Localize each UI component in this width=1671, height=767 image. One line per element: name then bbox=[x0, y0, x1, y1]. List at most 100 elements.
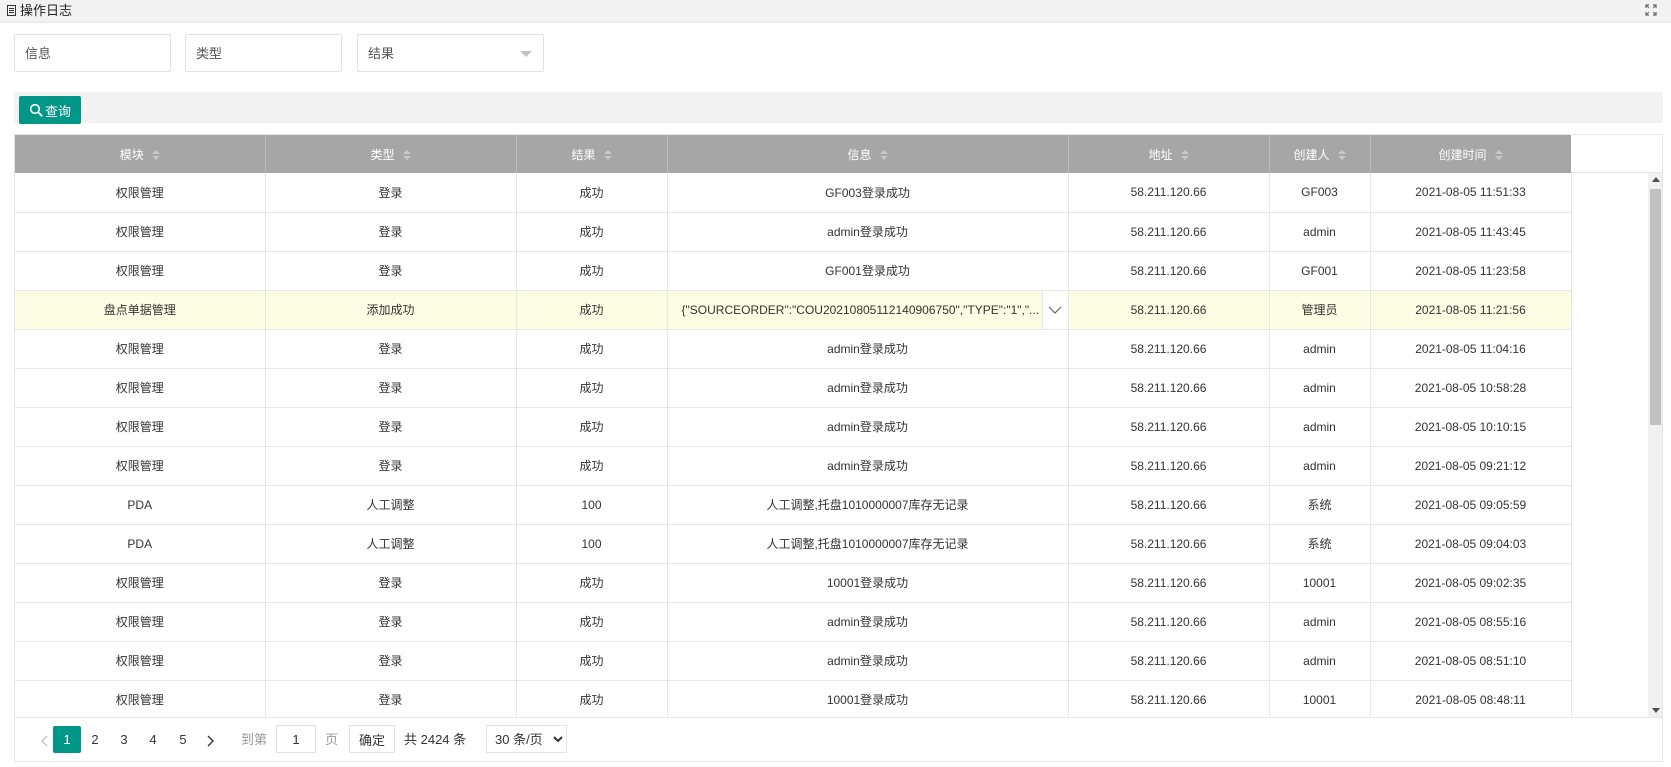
cell-result: 成功 bbox=[516, 407, 668, 447]
table-row[interactable]: 权限管理 登录 成功 admin登录成功 58.211.120.66 admin 2021-… bbox=[15, 602, 1572, 642]
cell-created-time: 2021-08-05 11:04:16 bbox=[1370, 329, 1572, 369]
cell-created-time: 2021-08-05 09:05:59 bbox=[1370, 485, 1572, 525]
sort-icon[interactable] bbox=[402, 150, 411, 161]
cell-created-time: 2021-08-05 08:51:10 bbox=[1370, 641, 1572, 681]
column-header-type[interactable]: 类型 bbox=[265, 135, 517, 173]
cell-module: 权限管理 bbox=[15, 602, 266, 642]
cell-type: 登录 bbox=[265, 173, 517, 213]
cell-creator: admin bbox=[1269, 641, 1371, 681]
cell-created-time: 2021-08-05 08:48:11 bbox=[1370, 680, 1572, 717]
cell-address: 58.211.120.66 bbox=[1068, 407, 1270, 447]
result-filter-select[interactable] bbox=[358, 35, 543, 71]
scroll-down-icon[interactable] bbox=[1652, 708, 1660, 713]
next-page-icon[interactable] bbox=[200, 726, 220, 753]
cell-creator: admin bbox=[1269, 407, 1371, 447]
goto-suffix: 页 bbox=[325, 732, 339, 747]
cell-created-time: 2021-08-05 11:43:45 bbox=[1370, 212, 1572, 252]
toolbar bbox=[14, 92, 1663, 123]
cell-result: 成功 bbox=[516, 641, 668, 681]
cell-creator: 系统 bbox=[1269, 524, 1371, 564]
page-1[interactable]: 1 bbox=[53, 726, 81, 753]
page-3[interactable]: 3 bbox=[110, 726, 138, 753]
cell-address: 58.211.120.66 bbox=[1068, 212, 1270, 252]
query-button[interactable]: 查询 bbox=[19, 96, 81, 124]
column-header-created-time[interactable]: 创建时间 bbox=[1370, 135, 1572, 173]
table-row[interactable]: 盘点单据管理 添加成功 成功 {"SOURCEORDER":"COU202108051… bbox=[15, 290, 1572, 330]
page-2[interactable]: 2 bbox=[81, 726, 109, 753]
table-row[interactable]: 权限管理 登录 成功 admin登录成功 58.211.120.66 admin 2021-… bbox=[15, 641, 1572, 681]
cell-module: 权限管理 bbox=[15, 329, 266, 369]
table-row[interactable]: 权限管理 登录 成功 10001登录成功 58.211.120.66 10001 2021-… bbox=[15, 563, 1572, 603]
table-row[interactable]: 权限管理 登录 成功 admin登录成功 58.211.120.66 admin 2021-… bbox=[15, 212, 1572, 252]
scroll-up-icon[interactable] bbox=[1652, 177, 1660, 182]
column-header-result[interactable]: 结果 bbox=[516, 135, 668, 173]
cell-address: 58.211.120.66 bbox=[1068, 524, 1270, 564]
sort-icon[interactable] bbox=[151, 150, 160, 161]
cell-creator: GF001 bbox=[1269, 251, 1371, 291]
cell-creator: admin bbox=[1269, 446, 1371, 486]
cell-address: 58.211.120.66 bbox=[1068, 641, 1270, 681]
sort-icon[interactable] bbox=[1337, 150, 1346, 161]
fullscreen-icon[interactable] bbox=[1645, 4, 1657, 16]
sort-icon[interactable] bbox=[879, 150, 888, 161]
table-row[interactable]: 权限管理 登录 成功 GF001登录成功 58.211.120.66 GF001 2021-… bbox=[15, 251, 1572, 291]
cell-result: 成功 bbox=[516, 212, 668, 252]
table-row[interactable]: 权限管理 登录 成功 admin登录成功 58.211.120.66 admin 2021-… bbox=[15, 446, 1572, 486]
cell-info: admin登录成功 bbox=[667, 602, 1069, 642]
column-header-creator[interactable]: 创建人 bbox=[1269, 135, 1371, 173]
cell-info: admin登录成功 bbox=[667, 446, 1069, 486]
sort-icon[interactable] bbox=[1180, 150, 1189, 161]
page-size-select[interactable]: 10 条/页20 条/页30 条/页40 条/页50 条/页 bbox=[486, 725, 567, 753]
table-row[interactable]: 权限管理 登录 成功 GF003登录成功 58.211.120.66 GF003 2021-… bbox=[15, 173, 1572, 213]
cell-module: 权限管理 bbox=[15, 212, 266, 252]
scrollbar-thumb[interactable] bbox=[1650, 189, 1661, 425]
goto-confirm-button[interactable]: 确定 bbox=[349, 725, 395, 753]
cell-result: 100 bbox=[516, 524, 668, 564]
column-header-address[interactable]: 地址 bbox=[1068, 135, 1270, 173]
sort-icon[interactable] bbox=[1494, 150, 1503, 161]
cell-result: 成功 bbox=[516, 173, 668, 213]
table-row[interactable]: 权限管理 登录 成功 admin登录成功 58.211.120.66 admin 2021-… bbox=[15, 329, 1572, 369]
cell-info: admin登录成功 bbox=[667, 641, 1069, 681]
column-header-module[interactable]: 模块 bbox=[15, 135, 266, 173]
cell-info: {"SOURCEORDER":"COU20210805112140906750"… bbox=[667, 290, 1069, 330]
sort-icon[interactable] bbox=[603, 150, 612, 161]
cell-created-time: 2021-08-05 09:02:35 bbox=[1370, 563, 1572, 603]
type-filter-input[interactable] bbox=[186, 35, 341, 71]
table-row[interactable]: 权限管理 登录 成功 10001登录成功 58.211.120.66 10001 2021-… bbox=[15, 680, 1572, 717]
cell-info: GF003登录成功 bbox=[667, 173, 1069, 213]
cell-info: admin登录成功 bbox=[667, 368, 1069, 408]
cell-creator: admin bbox=[1269, 602, 1371, 642]
expand-cell-icon[interactable] bbox=[1041, 290, 1067, 328]
prev-page-icon[interactable] bbox=[35, 726, 55, 753]
cell-type: 登录 bbox=[265, 680, 517, 717]
goto-prefix: 到第 bbox=[241, 732, 268, 747]
column-header-info[interactable]: 信息 bbox=[667, 135, 1069, 173]
cell-address: 58.211.120.66 bbox=[1068, 446, 1270, 486]
cell-created-time: 2021-08-05 11:21:56 bbox=[1370, 290, 1572, 330]
pagination: 1 2 3 4 5 到第 页 确定 共 2424 条 10 条/页20 条/页3… bbox=[14, 718, 1663, 762]
cell-created-time: 2021-08-05 11:23:58 bbox=[1370, 251, 1572, 291]
query-button-label: 查询 bbox=[44, 103, 71, 119]
cell-result: 成功 bbox=[516, 251, 668, 291]
table-scrollbar[interactable] bbox=[1648, 173, 1662, 717]
table-row[interactable]: PDA 人工调整 100 人工调整,托盘1010000007库存无记录 58.211.1… bbox=[15, 485, 1572, 525]
cell-creator: admin bbox=[1269, 329, 1371, 369]
cell-module: 权限管理 bbox=[15, 173, 266, 213]
info-filter-input[interactable] bbox=[15, 35, 170, 71]
table-row[interactable]: 权限管理 登录 成功 admin登录成功 58.211.120.66 admin 2021-… bbox=[15, 368, 1572, 408]
page-5[interactable]: 5 bbox=[169, 726, 197, 753]
search-icon bbox=[29, 103, 43, 117]
document-icon bbox=[7, 5, 16, 16]
cell-info: GF001登录成功 bbox=[667, 251, 1069, 291]
cell-address: 58.211.120.66 bbox=[1068, 173, 1270, 213]
cell-module: PDA bbox=[15, 485, 266, 525]
cell-type: 登录 bbox=[265, 407, 517, 447]
goto-page-input[interactable] bbox=[276, 725, 316, 753]
cell-type: 登录 bbox=[265, 368, 517, 408]
page-4[interactable]: 4 bbox=[139, 726, 167, 753]
table-row[interactable]: 权限管理 登录 成功 admin登录成功 58.211.120.66 admin 2021-… bbox=[15, 407, 1572, 447]
cell-type: 登录 bbox=[265, 446, 517, 486]
table-row[interactable]: PDA 人工调整 100 人工调整,托盘1010000007库存无记录 58.211.1… bbox=[15, 524, 1572, 564]
cell-module: 权限管理 bbox=[15, 251, 266, 291]
